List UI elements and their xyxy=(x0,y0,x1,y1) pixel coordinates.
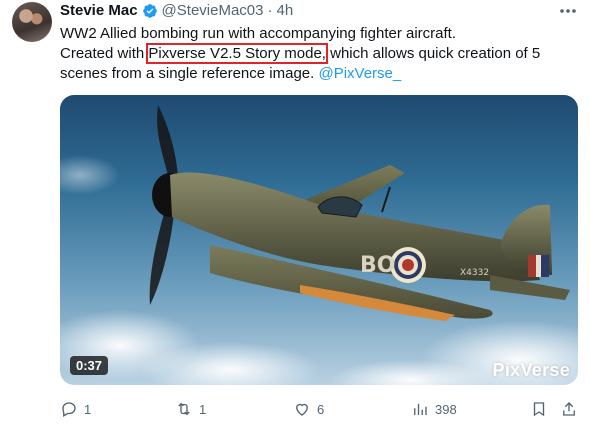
tweet-header: Stevie Mac @StevieMac03 · 4h xyxy=(60,2,293,20)
repost-icon xyxy=(178,402,190,416)
verified-badge-icon xyxy=(142,4,157,18)
mention-link[interactable]: @PixVerse_ xyxy=(318,65,401,82)
bookmark-icon xyxy=(533,402,545,417)
reply-icon xyxy=(62,402,76,417)
reply-button[interactable]: 1 xyxy=(60,400,91,418)
tweet-line-2: Created with Pixverse V2.5 Story mode, w… xyxy=(60,43,580,64)
share-button[interactable] xyxy=(560,400,578,418)
separator-dot: · xyxy=(267,2,273,19)
video-player[interactable]: BO X4332 0:37 PixVerse xyxy=(60,95,578,385)
fin-flash-blue xyxy=(541,255,549,277)
reply-count: 1 xyxy=(84,401,92,417)
views-count: 398 xyxy=(435,401,457,417)
avatar[interactable] xyxy=(12,2,52,42)
roundel-code: BO xyxy=(360,253,395,278)
more-icon[interactable] xyxy=(558,4,578,18)
views-button[interactable]: 398 xyxy=(411,400,457,418)
author-handle[interactable]: @StevieMac03 xyxy=(162,2,264,20)
serial-code: X4332 xyxy=(460,268,489,278)
action-bar: 1 1 6 398 xyxy=(60,400,580,418)
propeller-blade xyxy=(157,105,178,177)
tweet-text: WW2 Allied bombing run with accompanying… xyxy=(60,24,580,84)
tweet-line-3-start: scenes from a single reference image. xyxy=(60,65,319,82)
spitfire-scene: BO X4332 xyxy=(60,105,578,385)
heart-icon xyxy=(296,403,308,416)
tweet-line-2-end: which allows quick creation of 5 xyxy=(325,45,541,62)
tweet-line-3: scenes from a single reference image. @P… xyxy=(60,64,580,84)
author-name[interactable]: Stevie Mac xyxy=(60,2,138,20)
highlighted-phrase: Pixverse V2.5 Story mode, xyxy=(146,43,328,64)
views-icon xyxy=(414,403,427,415)
video-duration: 0:37 xyxy=(70,356,109,375)
tweet-line-1: WW2 Allied bombing run with accompanying… xyxy=(60,25,457,42)
share-icon xyxy=(563,402,575,416)
bookmark-button[interactable] xyxy=(530,400,548,418)
cloud xyxy=(60,155,120,195)
like-count: 6 xyxy=(317,401,325,417)
repost-count: 1 xyxy=(199,401,207,417)
like-button[interactable]: 6 xyxy=(293,400,324,418)
pixverse-watermark: PixVerse xyxy=(492,360,570,380)
propeller-blade xyxy=(149,210,174,305)
fin-flash-red xyxy=(528,255,536,277)
post-time[interactable]: 4h xyxy=(277,2,294,20)
tweet-line-2-start: Created with xyxy=(60,45,149,62)
fin-flash-white xyxy=(536,255,541,277)
roundel-red xyxy=(402,259,414,271)
antenna xyxy=(381,186,391,213)
repost-button[interactable]: 1 xyxy=(175,400,206,418)
